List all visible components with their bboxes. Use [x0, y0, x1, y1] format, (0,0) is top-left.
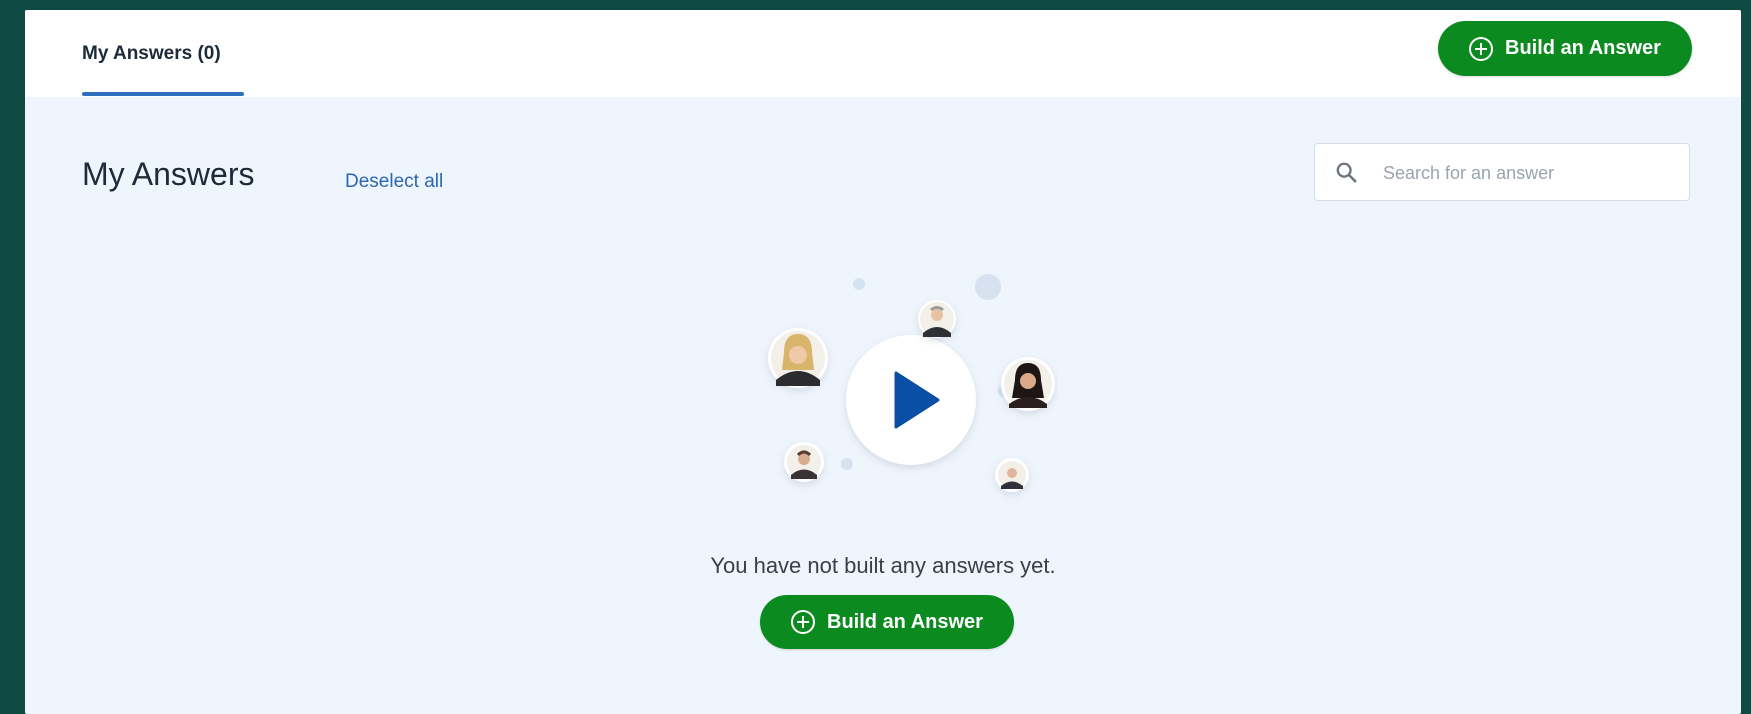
build-answer-label: Build an Answer: [1505, 37, 1661, 59]
search-icon: [1336, 162, 1357, 183]
page-title: My Answers: [82, 156, 255, 192]
plus-circle-icon: [1469, 36, 1494, 61]
avatar: [784, 442, 824, 482]
build-answer-button-header[interactable]: Build an Answer: [1438, 21, 1692, 76]
avatar: [768, 328, 828, 388]
tab-my-answers[interactable]: My Answers (0): [82, 10, 221, 97]
plus-circle-icon: [791, 610, 816, 634]
empty-state-illustration: [768, 274, 1055, 492]
app-window: My Answers (0) Build an Answer My Answer…: [25, 10, 1741, 714]
deselect-all-link[interactable]: Deselect all: [345, 171, 443, 193]
build-answer-button[interactable]: Build an Answer: [760, 595, 1014, 649]
avatar: [995, 458, 1029, 492]
top-bar: My Answers (0) Build an Answer: [25, 10, 1741, 97]
build-answer-label: Build an Answer: [827, 610, 983, 633]
empty-state-message: You have not built any answers yet.: [710, 553, 1056, 578]
tab-label: My Answers (0): [82, 42, 221, 64]
search-input[interactable]: [1381, 144, 1681, 202]
avatar: [918, 300, 956, 338]
avatar: [1001, 357, 1055, 411]
search-box[interactable]: [1314, 143, 1690, 202]
active-tab-indicator: [82, 92, 244, 96]
